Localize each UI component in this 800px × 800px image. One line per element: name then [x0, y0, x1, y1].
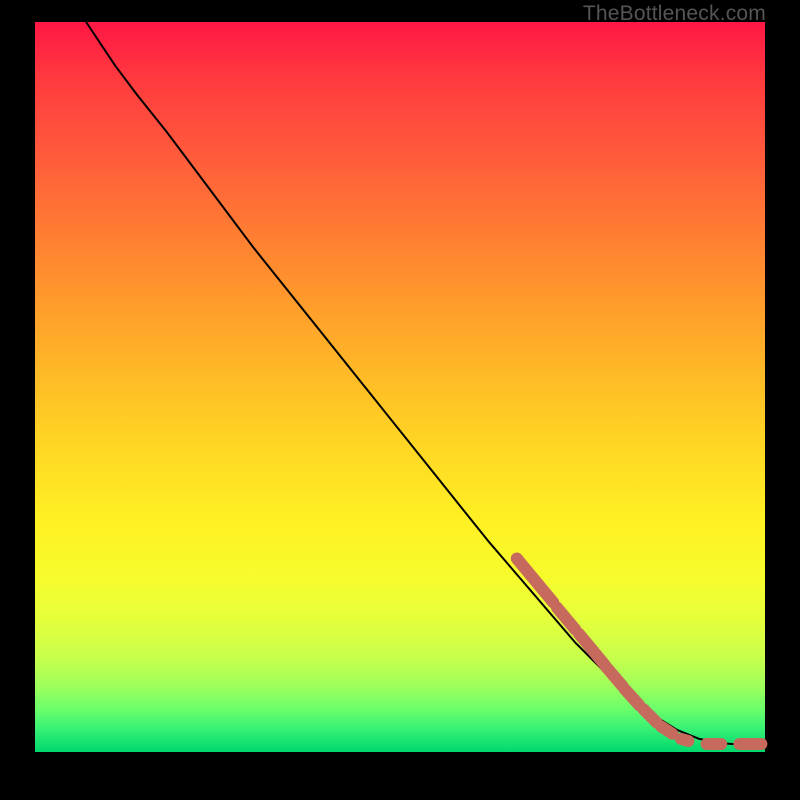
- highlight-segment: [625, 689, 640, 705]
- chart-frame: TheBottleneck.com: [0, 0, 800, 800]
- chart-overlay: [35, 22, 765, 752]
- highlight-segments: [517, 559, 762, 745]
- highlight-segment: [661, 727, 672, 734]
- highlight-segment: [606, 667, 623, 687]
- highlight-segment: [681, 739, 688, 741]
- highlight-segment: [643, 709, 657, 723]
- highlight-segment: [557, 608, 575, 630]
- bottleneck-curve: [86, 22, 765, 745]
